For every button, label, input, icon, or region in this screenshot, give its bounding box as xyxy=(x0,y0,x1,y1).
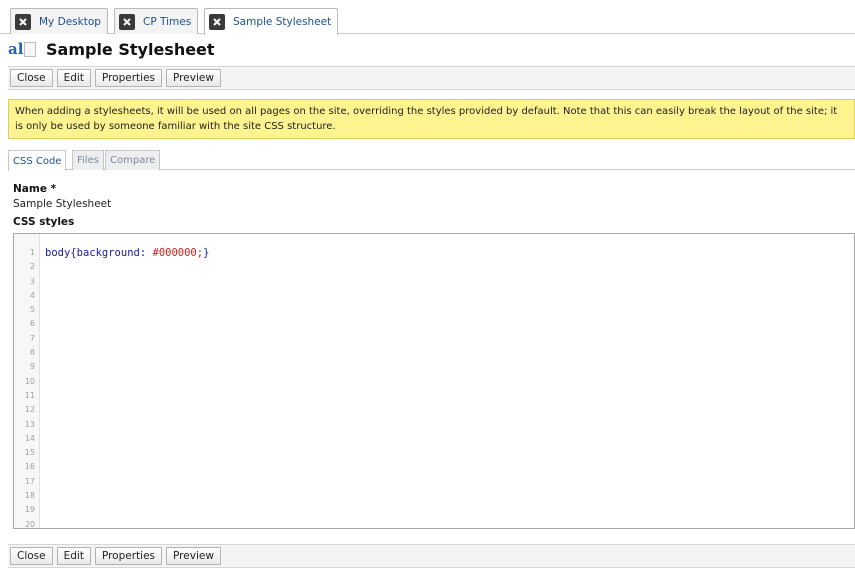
doc-tab-label: Sample Stylesheet xyxy=(233,16,332,28)
document-icon xyxy=(24,42,36,57)
code-text-area[interactable]: body{background: #000000;} xyxy=(45,246,209,260)
css-selector: body xyxy=(45,247,71,259)
line-number: 9 xyxy=(29,362,35,372)
line-number: 13 xyxy=(24,419,35,429)
close-x-icon[interactable] xyxy=(119,13,135,30)
line-number: 17 xyxy=(24,476,35,486)
name-label: Name * xyxy=(13,183,57,195)
logo-text: al xyxy=(8,40,24,58)
line-number: 19 xyxy=(24,505,35,515)
doc-tab-cp-times[interactable]: CP Times xyxy=(114,8,199,34)
document-tab-bar: My Desktop CP Times Sample Stylesheet xyxy=(0,0,855,35)
code-line: body{background: #000000;} xyxy=(45,246,209,260)
close-x-icon[interactable] xyxy=(209,14,225,30)
line-number: 7 xyxy=(29,333,35,343)
doc-tab-label: My Desktop xyxy=(39,15,101,28)
line-number: 5 xyxy=(29,305,35,315)
warning-notice: When adding a stylesheets, it will be us… xyxy=(8,99,855,139)
css-code-editor[interactable]: 1 2 3 4 5 6 7 8 9 10 11 12 13 14 15 16 1… xyxy=(13,233,855,529)
css-close-brace: } xyxy=(203,247,210,259)
line-number: 11 xyxy=(24,390,35,400)
properties-button[interactable]: Properties xyxy=(94,69,163,87)
properties-button[interactable]: Properties xyxy=(94,547,163,565)
line-number: 1 xyxy=(29,248,35,257)
line-number: 12 xyxy=(24,405,35,415)
line-number: 10 xyxy=(24,376,35,386)
close-button[interactable]: Close xyxy=(10,547,53,565)
css-styles-label: CSS styles xyxy=(13,216,75,228)
close-button[interactable]: Close xyxy=(10,69,53,87)
page-title: Sample Stylesheet xyxy=(46,39,215,59)
action-toolbar-top: Close Edit Properties Preview xyxy=(8,66,855,90)
tab-compare[interactable]: Compare xyxy=(105,150,161,170)
line-number: 15 xyxy=(24,448,35,458)
preview-button[interactable]: Preview xyxy=(166,547,221,565)
line-number: 6 xyxy=(29,319,35,329)
preview-button[interactable]: Preview xyxy=(166,69,221,87)
css-value: #000000; xyxy=(152,247,204,259)
line-number: 8 xyxy=(29,348,35,358)
tab-css-code[interactable]: CSS Code xyxy=(8,150,67,171)
line-number: 14 xyxy=(24,433,35,443)
action-toolbar-bottom: Close Edit Properties Preview xyxy=(8,544,855,568)
line-number: 18 xyxy=(24,491,35,501)
app-logo-icon: al xyxy=(8,40,36,58)
line-number: 4 xyxy=(29,290,35,300)
edit-button[interactable]: Edit xyxy=(56,547,91,565)
tab-files[interactable]: Files xyxy=(72,150,104,170)
doc-tab-my-desktop[interactable]: My Desktop xyxy=(10,8,108,34)
name-value: Sample Stylesheet xyxy=(13,198,112,210)
line-number: 20 xyxy=(24,519,35,529)
doc-tab-sample-stylesheet[interactable]: Sample Stylesheet xyxy=(204,8,339,35)
doc-tab-label: CP Times xyxy=(143,15,192,28)
title-row: al Sample Stylesheet xyxy=(8,38,215,60)
css-property: background: xyxy=(76,247,147,259)
line-number-gutter: 1 2 3 4 5 6 7 8 9 10 11 12 13 14 15 16 1… xyxy=(14,234,40,528)
edit-button[interactable]: Edit xyxy=(56,69,91,87)
content-tab-bar: CSS Code Files Compare xyxy=(8,148,855,171)
line-number: 2 xyxy=(29,262,35,272)
close-x-icon[interactable] xyxy=(15,13,31,30)
line-number: 3 xyxy=(29,276,35,286)
line-number: 16 xyxy=(24,462,35,472)
